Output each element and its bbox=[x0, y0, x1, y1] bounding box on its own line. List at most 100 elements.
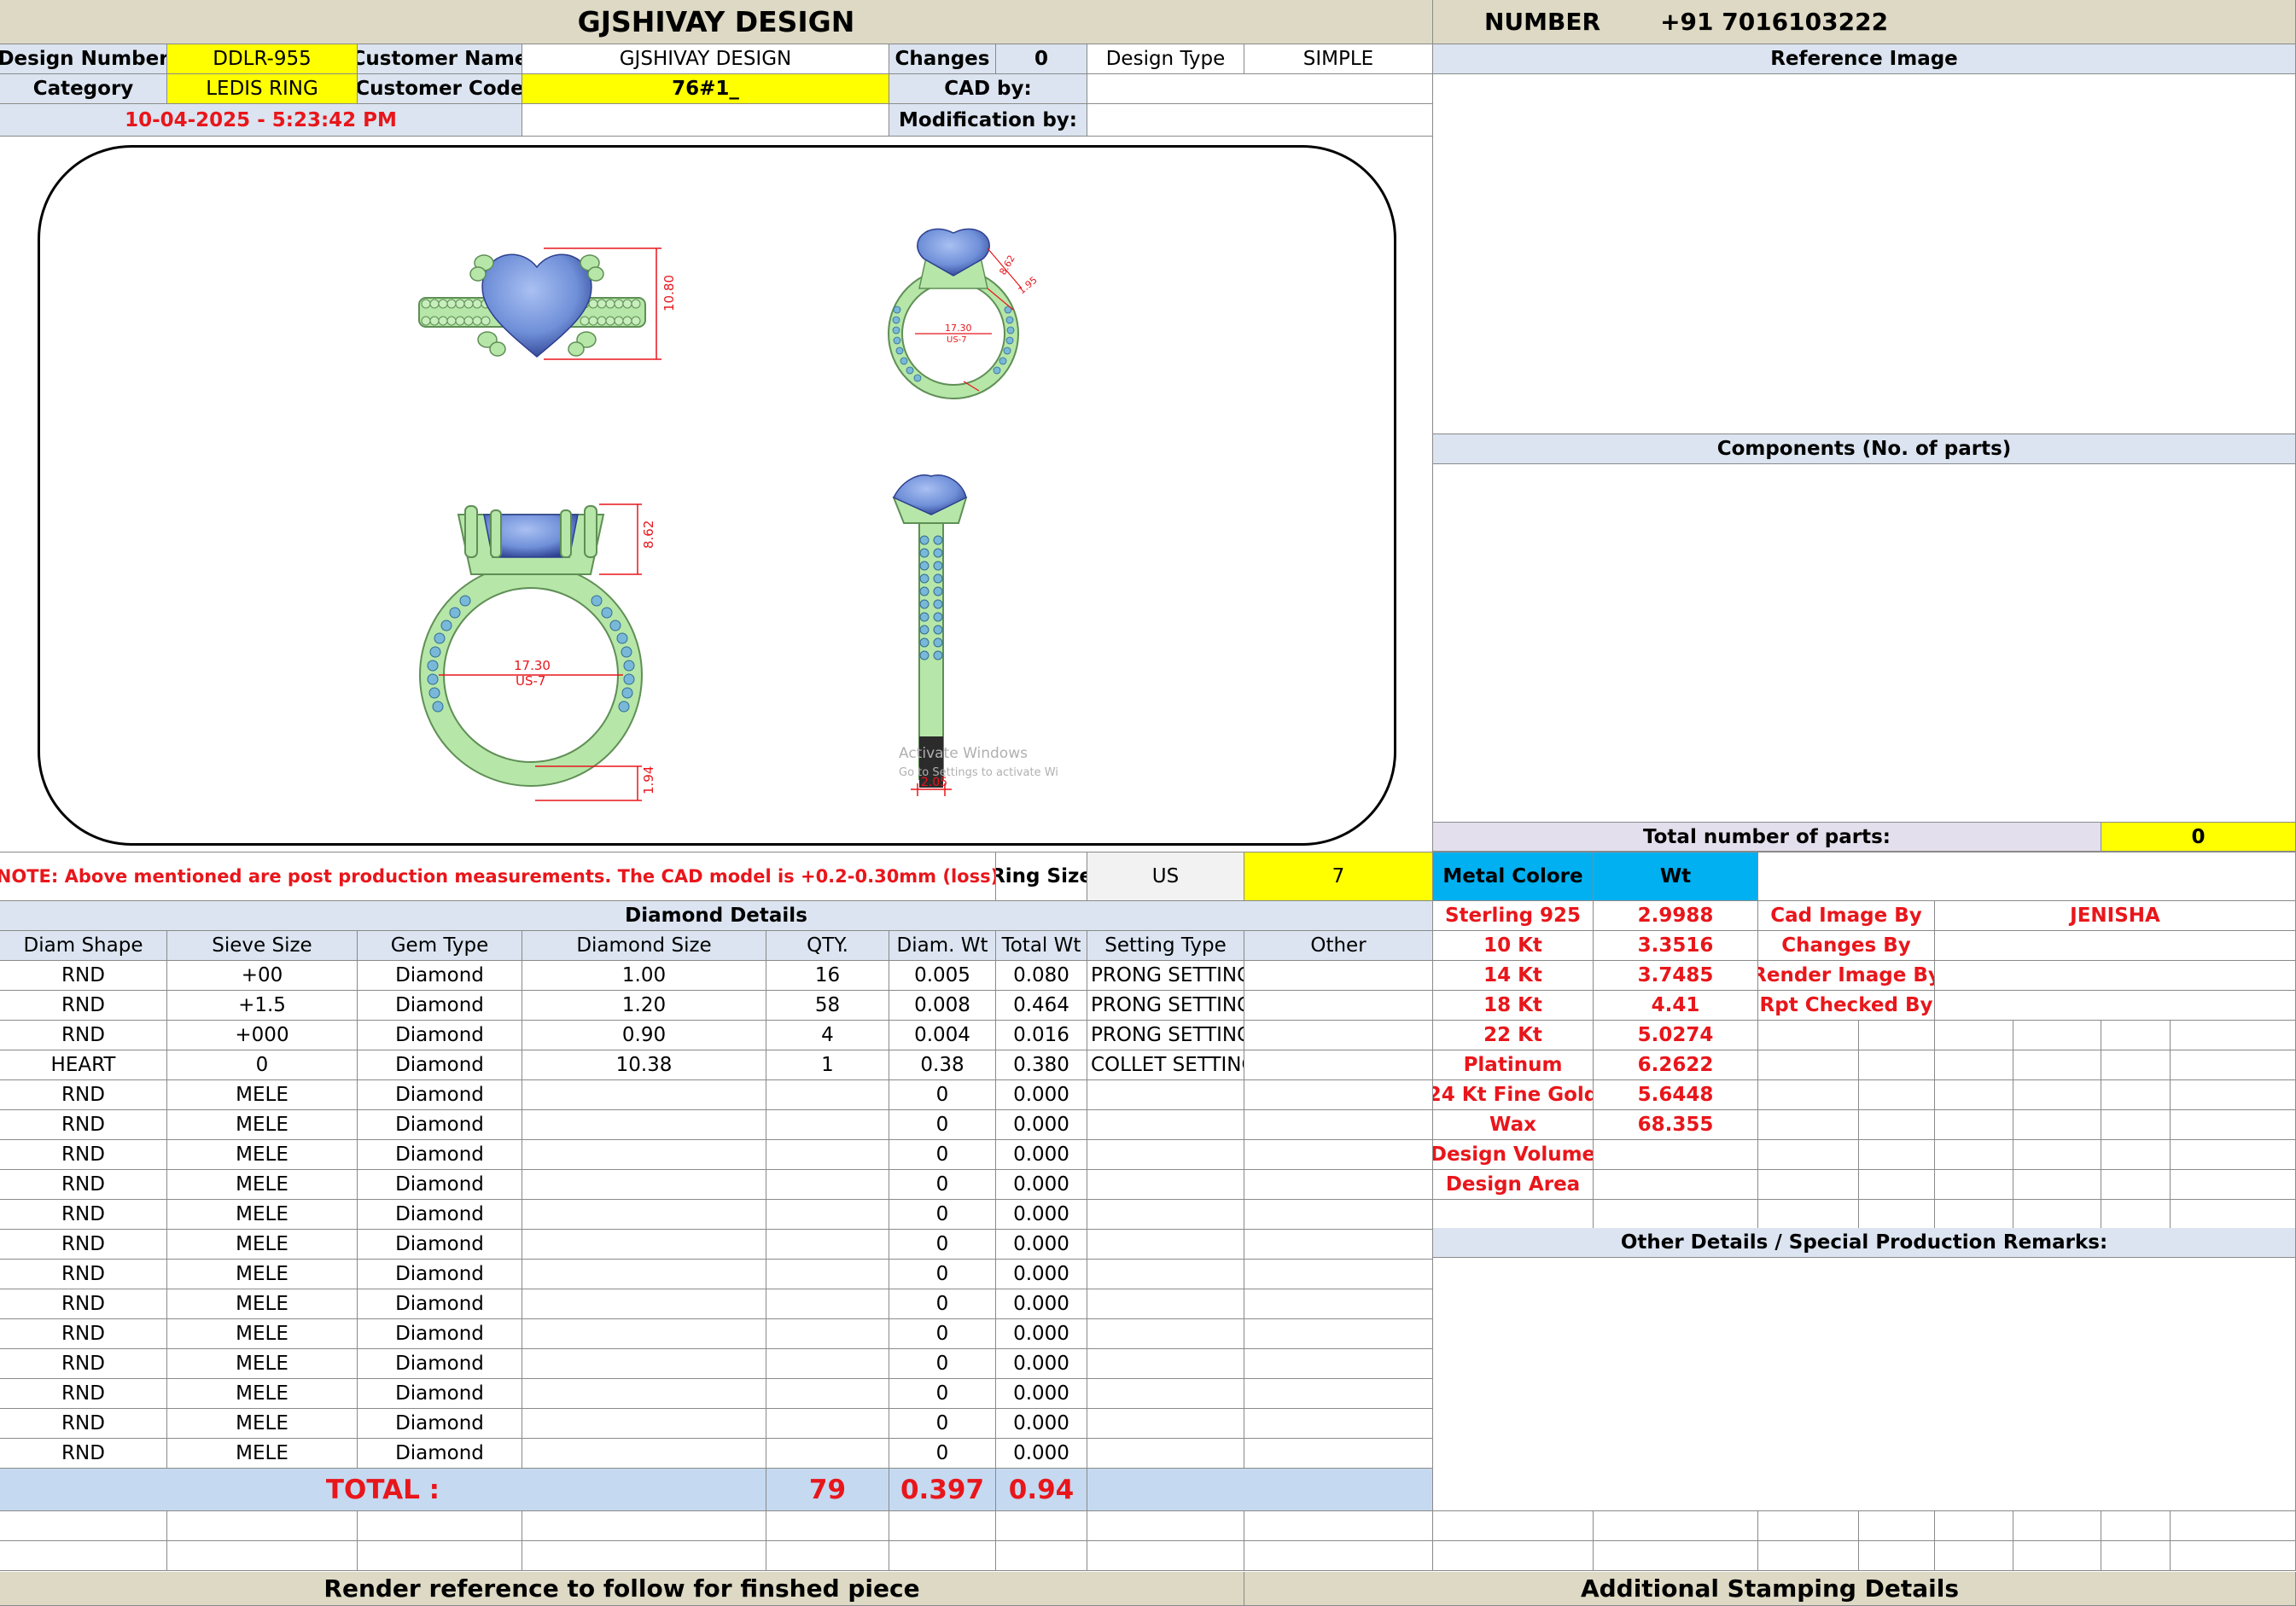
cad-by-value[interactable] bbox=[1087, 74, 1433, 104]
blank-grid-cell[interactable] bbox=[358, 1541, 522, 1571]
cell-setting-type[interactable] bbox=[1087, 1200, 1244, 1230]
total-parts-value[interactable]: 0 bbox=[2101, 823, 2296, 852]
blank-grid-cell[interactable] bbox=[2171, 1511, 2296, 1541]
cell-diamond-size[interactable] bbox=[522, 1379, 766, 1409]
cell-other[interactable] bbox=[1244, 1439, 1433, 1469]
cell-other[interactable] bbox=[1244, 1080, 1433, 1110]
blank-grid-cell[interactable] bbox=[1859, 1511, 1935, 1541]
cell-setting-type[interactable] bbox=[1087, 1080, 1244, 1110]
metal-weight[interactable]: 68.355 bbox=[1594, 1110, 1758, 1140]
cell-qty[interactable] bbox=[766, 1349, 889, 1379]
blank-grid-cell[interactable] bbox=[889, 1541, 996, 1571]
blank-grid-cell[interactable] bbox=[2101, 1511, 2171, 1541]
category-value[interactable]: LEDIS RING bbox=[167, 74, 358, 104]
cell-diamond-size[interactable] bbox=[522, 1319, 766, 1349]
cell-qty[interactable]: 1 bbox=[766, 1050, 889, 1080]
cell-qty[interactable] bbox=[766, 1289, 889, 1319]
cell-setting-type[interactable] bbox=[1087, 1170, 1244, 1200]
cell-sieve-size[interactable]: MELE bbox=[167, 1349, 358, 1379]
blank-grid-cell[interactable] bbox=[889, 1511, 996, 1541]
cell-other[interactable] bbox=[1244, 1140, 1433, 1170]
cell-total-wt[interactable]: 0.000 bbox=[996, 1409, 1087, 1439]
cell-qty[interactable] bbox=[766, 1230, 889, 1260]
cell-diamond-size[interactable] bbox=[522, 1200, 766, 1230]
customer-code-value[interactable]: 76#1_ bbox=[522, 74, 889, 104]
cell-diam-wt[interactable]: 0 bbox=[889, 1349, 996, 1379]
cell-other[interactable] bbox=[1244, 1170, 1433, 1200]
cell-diam-wt[interactable]: 0 bbox=[889, 1260, 996, 1289]
cell-sieve-size[interactable]: MELE bbox=[167, 1110, 358, 1140]
cell-sieve-size[interactable]: MELE bbox=[167, 1379, 358, 1409]
cell-diamond-size[interactable]: 1.20 bbox=[522, 991, 766, 1021]
cell-total-wt[interactable]: 0.464 bbox=[996, 991, 1087, 1021]
cell-other[interactable] bbox=[1244, 1110, 1433, 1140]
cell-qty[interactable] bbox=[766, 1110, 889, 1140]
cell-diam-wt[interactable]: 0 bbox=[889, 1379, 996, 1409]
cell-sieve-size[interactable]: MELE bbox=[167, 1080, 358, 1110]
metal-weight[interactable]: 6.2622 bbox=[1594, 1050, 1758, 1080]
metal-weight[interactable]: 5.0274 bbox=[1594, 1021, 1758, 1050]
blank-grid-cell[interactable] bbox=[1433, 1511, 1594, 1541]
blank-grid-cell[interactable] bbox=[2101, 1541, 2171, 1571]
cell-setting-type[interactable] bbox=[1087, 1289, 1244, 1319]
blank-grid-cell[interactable] bbox=[522, 1511, 766, 1541]
blank-grid-cell[interactable] bbox=[1087, 1511, 1244, 1541]
cell-total-wt[interactable]: 0.000 bbox=[996, 1439, 1087, 1469]
changes-value[interactable]: 0 bbox=[996, 44, 1087, 74]
cell-sieve-size[interactable]: +00 bbox=[167, 961, 358, 991]
cell-diamond-size[interactable] bbox=[522, 1140, 766, 1170]
cell-total-wt[interactable]: 0.000 bbox=[996, 1289, 1087, 1319]
cell-setting-type[interactable] bbox=[1087, 1260, 1244, 1289]
credit-value[interactable] bbox=[1935, 961, 2296, 991]
cell-diam-wt[interactable]: 0 bbox=[889, 1170, 996, 1200]
cell-sieve-size[interactable]: MELE bbox=[167, 1170, 358, 1200]
customer-name-value[interactable]: GJSHIVAY DESIGN bbox=[522, 44, 889, 74]
cell-diamond-size[interactable] bbox=[522, 1110, 766, 1140]
cell-diamond-size[interactable] bbox=[522, 1289, 766, 1319]
cell-qty[interactable] bbox=[766, 1080, 889, 1110]
cell-diam-wt[interactable]: 0.008 bbox=[889, 991, 996, 1021]
blank-grid-cell[interactable] bbox=[1244, 1511, 1433, 1541]
cell-qty[interactable] bbox=[766, 1379, 889, 1409]
blank-grid-cell[interactable] bbox=[522, 1541, 766, 1571]
blank-grid-cell[interactable] bbox=[1935, 1541, 2013, 1571]
cell-setting-type[interactable] bbox=[1087, 1379, 1244, 1409]
cell-other[interactable] bbox=[1244, 1319, 1433, 1349]
cell-other[interactable] bbox=[1244, 961, 1433, 991]
cell-diam-wt[interactable]: 0 bbox=[889, 1200, 996, 1230]
cell-setting-type[interactable]: COLLET SETTING bbox=[1087, 1050, 1244, 1080]
cell-sieve-size[interactable]: MELE bbox=[167, 1289, 358, 1319]
cell-setting-type[interactable] bbox=[1087, 1140, 1244, 1170]
cell-diam-wt[interactable]: 0 bbox=[889, 1319, 996, 1349]
cell-diamond-size[interactable] bbox=[522, 1349, 766, 1379]
cell-diamond-size[interactable]: 0.90 bbox=[522, 1021, 766, 1050]
blank-grid-cell[interactable] bbox=[996, 1541, 1087, 1571]
blank-grid-cell[interactable] bbox=[766, 1541, 889, 1571]
cell-other[interactable] bbox=[1244, 1349, 1433, 1379]
cell-other[interactable] bbox=[1244, 991, 1433, 1021]
cell-diam-wt[interactable]: 0.38 bbox=[889, 1050, 996, 1080]
cell-total-wt[interactable]: 0.380 bbox=[996, 1050, 1087, 1080]
cell-sieve-size[interactable]: MELE bbox=[167, 1409, 358, 1439]
cell-qty[interactable]: 16 bbox=[766, 961, 889, 991]
cell-setting-type[interactable]: PRONG SETTING bbox=[1087, 1021, 1244, 1050]
cell-diamond-size[interactable] bbox=[522, 1080, 766, 1110]
cell-sieve-size[interactable]: MELE bbox=[167, 1140, 358, 1170]
cell-sieve-size[interactable]: 0 bbox=[167, 1050, 358, 1080]
cell-total-wt[interactable]: 0.000 bbox=[996, 1200, 1087, 1230]
cell-total-wt[interactable]: 0.000 bbox=[996, 1349, 1087, 1379]
other-details-area[interactable] bbox=[1433, 1258, 2296, 1511]
cell-total-wt[interactable]: 0.000 bbox=[996, 1319, 1087, 1349]
cell-total-wt[interactable]: 0.000 bbox=[996, 1170, 1087, 1200]
cell-setting-type[interactable] bbox=[1087, 1439, 1244, 1469]
blank-grid-cell[interactable] bbox=[1758, 1511, 1859, 1541]
cell-total-wt[interactable]: 0.000 bbox=[996, 1260, 1087, 1289]
cell-other[interactable] bbox=[1244, 1200, 1433, 1230]
metal-weight[interactable] bbox=[1594, 1140, 1758, 1170]
blank-grid-cell[interactable] bbox=[358, 1511, 522, 1541]
metal-weight[interactable]: 3.7485 bbox=[1594, 961, 1758, 991]
cell-diam-wt[interactable]: 0 bbox=[889, 1439, 996, 1469]
cell-diam-wt[interactable]: 0 bbox=[889, 1409, 996, 1439]
metal-weight[interactable]: 5.6448 bbox=[1594, 1080, 1758, 1110]
cell-total-wt[interactable]: 0.000 bbox=[996, 1140, 1087, 1170]
